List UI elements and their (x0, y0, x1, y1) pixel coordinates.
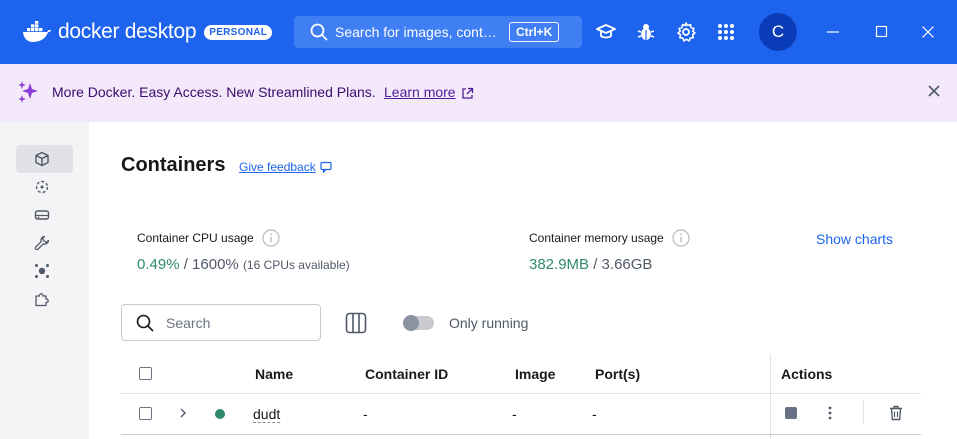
container-id-cell: - (363, 406, 368, 422)
memory-usage-label-text: Container memory usage (529, 231, 664, 245)
container-search-input[interactable]: Search (121, 304, 321, 341)
row-checkbox[interactable] (139, 407, 152, 420)
banner-learn-more-link[interactable]: Learn more (384, 84, 456, 100)
cpu-count-note: (16 CPUs available) (242, 258, 350, 272)
chevron-right-icon[interactable] (177, 407, 189, 419)
cpu-usage-total: / 1600% (183, 256, 239, 273)
column-header-actions: Actions (781, 366, 833, 382)
feedback-icon (320, 161, 332, 173)
only-running-toggle[interactable] (403, 315, 434, 331)
sidebar-item-containers[interactable] (16, 145, 73, 173)
close-window-icon[interactable] (916, 20, 940, 44)
header-divider (121, 393, 921, 394)
select-all-checkbox[interactable] (139, 367, 152, 380)
columns-icon[interactable] (345, 312, 367, 334)
external-link-icon[interactable] (461, 87, 474, 100)
docker-whale-icon (23, 21, 51, 42)
trash-icon[interactable] (889, 405, 903, 421)
search-shortcut-badge: Ctrl+K (509, 22, 560, 42)
app-name: docker desktop (58, 20, 197, 43)
stop-icon[interactable] (785, 407, 797, 419)
sidebar-item-extensions[interactable] (16, 285, 73, 313)
ports-cell: - (592, 406, 597, 422)
memory-usage-total: / 3.66GB (593, 256, 653, 273)
title-bar: docker desktop PERSONAL Search for image… (0, 0, 957, 64)
close-banner-icon[interactable] (927, 84, 941, 98)
minimize-icon[interactable] (821, 20, 845, 44)
column-header-name[interactable]: Name (255, 366, 293, 382)
main-content: Containers Give feedback Container CPU u… (89, 122, 957, 439)
scout-icon (35, 264, 49, 278)
sparkles-icon (18, 81, 38, 103)
column-header-image[interactable]: Image (515, 366, 555, 382)
maximize-icon[interactable] (870, 20, 894, 44)
memory-usage-value: 382.9MB / 3.66GB (529, 256, 652, 273)
search-icon (310, 23, 328, 41)
image-cell: - (512, 406, 517, 422)
extensions-grid-icon[interactable] (714, 20, 738, 44)
container-search-placeholder: Search (166, 314, 211, 331)
container-cube-icon (35, 151, 49, 167)
memory-usage-label: Container memory usage (529, 229, 690, 247)
info-icon[interactable] (262, 229, 280, 247)
sidebar (0, 122, 89, 439)
more-options-icon[interactable] (825, 406, 835, 420)
container-name-link[interactable]: dudt (253, 406, 281, 423)
memory-usage-current: 382.9MB (529, 256, 590, 273)
give-feedback-link[interactable]: Give feedback (239, 160, 332, 174)
troubleshoot-bug-icon[interactable] (634, 20, 658, 44)
promo-banner: More Docker. Easy Access. New Streamline… (0, 64, 957, 122)
extensions-puzzle-icon (35, 293, 49, 307)
images-icon (35, 180, 49, 194)
cpu-usage-value: 0.49% / 1600% (16 CPUs available) (137, 256, 350, 273)
cpu-usage-label-text: Container CPU usage (137, 231, 254, 245)
page-title: Containers (121, 154, 226, 176)
builds-wrench-icon (34, 235, 50, 251)
cpu-usage-current: 0.49% (137, 256, 180, 273)
sidebar-item-volumes[interactable] (16, 201, 73, 229)
info-icon[interactable] (672, 229, 690, 247)
user-avatar[interactable]: C (759, 13, 797, 51)
only-running-label: Only running (449, 315, 529, 331)
search-icon (136, 314, 154, 331)
global-search-input[interactable]: Search for images, containers, volumes, … (294, 16, 582, 48)
give-feedback-label: Give feedback (239, 160, 316, 174)
plan-badge: PERSONAL (204, 24, 273, 40)
actions-divider (863, 400, 864, 424)
row-divider (121, 434, 921, 435)
docker-logo: docker desktop PERSONAL (22, 17, 273, 47)
settings-gear-icon[interactable] (674, 20, 698, 44)
sidebar-item-builds[interactable] (16, 229, 73, 257)
sidebar-item-docker-scout[interactable] (16, 257, 73, 285)
learning-center-icon[interactable] (594, 20, 618, 44)
cpu-usage-label: Container CPU usage (137, 229, 280, 247)
column-header-ports[interactable]: Port(s) (595, 366, 640, 382)
global-search-placeholder: Search for images, containers, volumes, … (335, 24, 501, 40)
status-running-dot (215, 409, 225, 419)
sidebar-item-images[interactable] (16, 173, 73, 201)
column-header-container-id[interactable]: Container ID (365, 366, 448, 382)
banner-message: More Docker. Easy Access. New Streamline… (52, 84, 376, 100)
show-charts-button[interactable]: Show charts (816, 231, 893, 247)
actions-column-divider (770, 354, 771, 439)
volumes-drive-icon (34, 210, 50, 220)
